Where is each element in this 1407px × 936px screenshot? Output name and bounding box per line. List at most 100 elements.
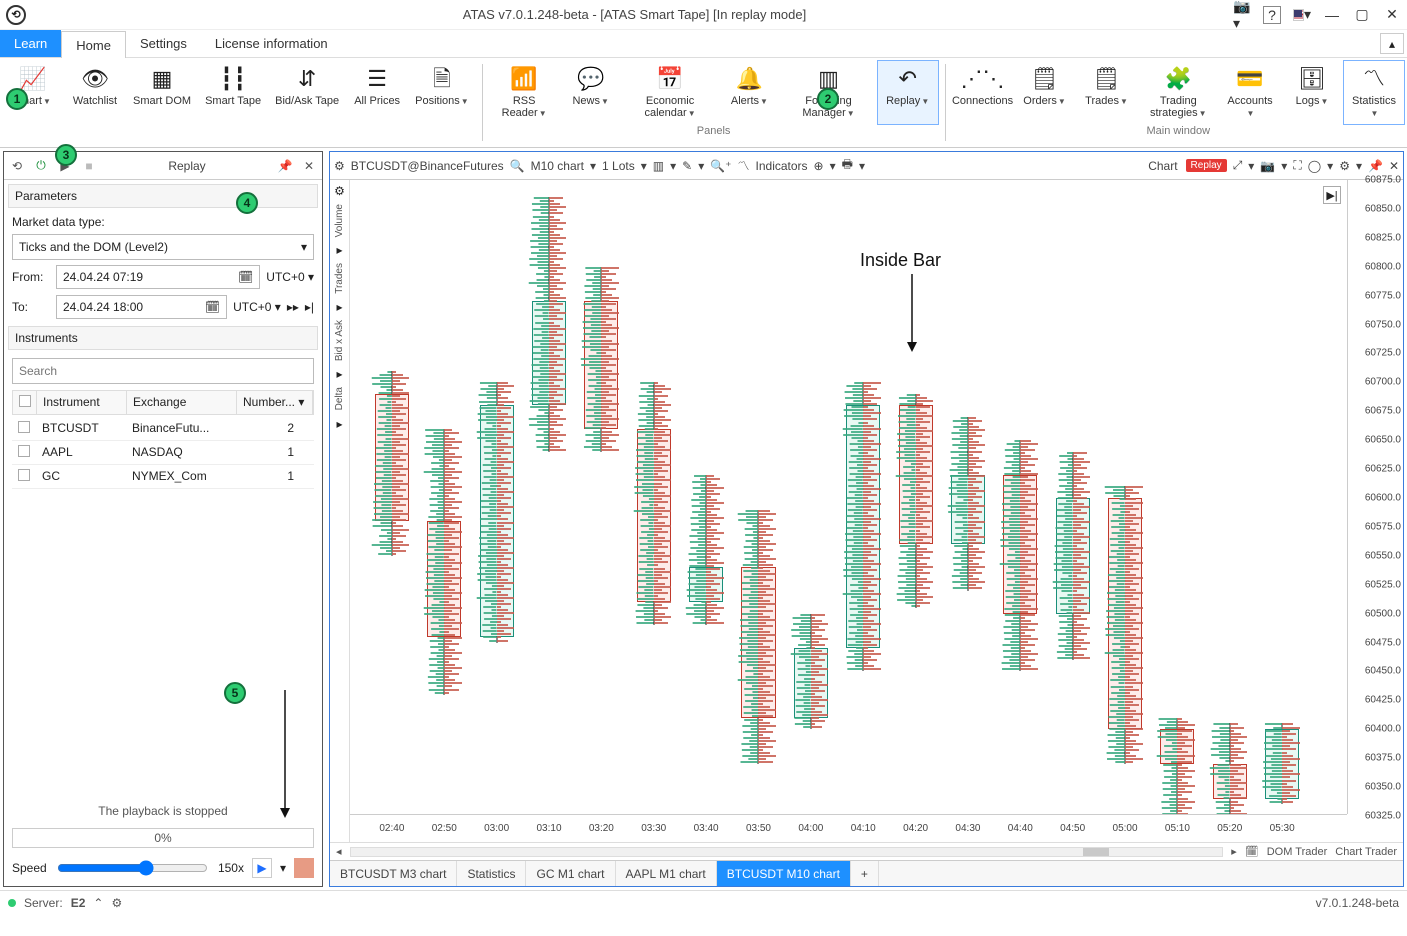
candle[interactable] (997, 440, 1043, 671)
tab-learn[interactable]: Learn (0, 30, 61, 57)
chart-tab[interactable]: BTCUSDT M10 chart (717, 861, 851, 886)
ribbon-statistics[interactable]: 〽Statistics▼ (1343, 60, 1405, 125)
chart-timeframe[interactable]: M10 chart (531, 159, 584, 173)
ribbon-calendar[interactable]: 📅Economic calendar▼ (622, 60, 719, 125)
vtab-delta[interactable]: Delta (334, 383, 345, 414)
ribbon-connections[interactable]: ⋰⋱Connections (952, 60, 1014, 125)
col-number[interactable]: Number... ▾ (237, 391, 313, 414)
chart-settings-icon[interactable]: ⚙ (334, 159, 345, 173)
server-chevron-icon[interactable]: ⌃ (93, 896, 103, 910)
y-axis[interactable]: 60325.060350.060375.060400.060425.060450… (1347, 180, 1403, 814)
chart-tab[interactable]: AAPL M1 chart (616, 861, 717, 886)
candle[interactable] (421, 429, 467, 695)
candle[interactable] (788, 614, 834, 730)
ribbon-rss[interactable]: 📶RSS Reader▼ (489, 60, 560, 125)
pin2-icon[interactable]: 📌 (1368, 159, 1383, 173)
candle[interactable] (1259, 723, 1305, 804)
row-checkbox[interactable] (18, 469, 30, 481)
scroll-left-icon[interactable]: ◂ (336, 845, 342, 858)
table-row[interactable]: AAPL NASDAQ 1 (12, 441, 314, 465)
ribbon-news[interactable]: 💬News▼ (560, 60, 622, 125)
x-axis[interactable]: 02:4002:5003:0003:1003:2003:3003:4003:50… (350, 814, 1347, 842)
table-row[interactable]: BTCUSDT BinanceFutu... 2 (12, 417, 314, 441)
scroll-right-icon[interactable]: ▸ (1231, 845, 1237, 858)
col-instrument[interactable]: Instrument (37, 391, 127, 414)
fullscreen-icon[interactable]: ⛶ (1293, 158, 1301, 173)
expand-icon[interactable]: ⤢ (1233, 158, 1243, 173)
to-input[interactable]: 24.04.24 18:00🗓 (56, 295, 227, 319)
candle[interactable] (893, 394, 939, 608)
close-icon[interactable]: ✕ (1383, 6, 1401, 24)
plot-area[interactable]: ▶| 60325.060350.060375.060400.060425.060… (350, 180, 1403, 842)
ribbon-accounts[interactable]: 💳Accounts▼ (1219, 60, 1281, 125)
skip-back-icon[interactable]: ▸▸ (287, 300, 299, 314)
candle[interactable] (1050, 452, 1096, 660)
table-row[interactable]: GC NYMEX_Com 1 (12, 465, 314, 489)
chart-lots[interactable]: 1 Lots (602, 159, 635, 173)
add-tab-button[interactable]: + (851, 861, 879, 886)
playback-stop-button[interactable] (294, 858, 314, 878)
playback-dropdown[interactable]: ▾ (280, 861, 286, 875)
vtab-trades[interactable]: Trades (334, 259, 345, 298)
candle[interactable] (578, 267, 624, 452)
ribbon-collapse-icon[interactable]: ▴ (1380, 33, 1404, 54)
status-gear-icon[interactable]: ⚙ (111, 896, 122, 910)
market-data-type-select[interactable]: Ticks and the DOM (Level2) ▾ (12, 234, 314, 260)
ribbon-allprices[interactable]: ☰All Prices (346, 60, 408, 113)
maximize-icon[interactable]: ▢ (1353, 6, 1371, 24)
pin-icon[interactable]: 📌 (276, 159, 294, 173)
panel-close-icon[interactable]: ✕ (300, 159, 318, 173)
ribbon-smartdom[interactable]: ▦Smart DOM (126, 60, 198, 113)
from-input[interactable]: 24.04.24 07:19🗓 (56, 265, 260, 289)
dom-trader-button[interactable]: DOM Trader (1267, 846, 1328, 858)
search-icon[interactable]: 🔍 (510, 159, 525, 173)
ribbon-replay[interactable]: ↶Replay▼ (877, 60, 939, 125)
candle[interactable] (369, 371, 415, 556)
ribbon-logs[interactable]: 🗄Logs▼ (1281, 60, 1343, 125)
speed-slider[interactable] (57, 860, 208, 876)
tab-settings[interactable]: Settings (126, 30, 201, 57)
minimize-icon[interactable]: — (1323, 6, 1341, 24)
col-exchange[interactable]: Exchange (127, 391, 237, 414)
chart-tab[interactable]: BTCUSDT M3 chart (330, 861, 457, 886)
reticle-icon[interactable]: ⊕ (814, 159, 824, 173)
instruments-search-input[interactable] (12, 358, 314, 384)
candle[interactable] (1207, 723, 1253, 816)
power-icon[interactable]: ⏻ (32, 158, 50, 173)
candle[interactable] (474, 382, 520, 642)
row-checkbox[interactable] (18, 445, 30, 457)
ribbon-watchlist[interactable]: 👁Watchlist (64, 60, 126, 113)
stop-icon[interactable]: ■ (80, 159, 98, 173)
candle[interactable] (526, 197, 572, 451)
close2-icon[interactable]: ✕ (1389, 159, 1399, 173)
chart-tab[interactable]: Statistics (457, 861, 526, 886)
ribbon-alerts[interactable]: 🔔Alerts▼ (718, 60, 780, 125)
to-tz[interactable]: UTC+0 ▾ (233, 300, 281, 314)
chart-trader-button[interactable]: Chart Trader (1335, 846, 1397, 858)
chart-scrollbar[interactable]: ◂ ▸ 🗓 DOM Trader Chart Trader (330, 842, 1403, 860)
camera-icon[interactable]: 📷▾ (1233, 6, 1251, 24)
layers-icon[interactable]: ▥ (653, 159, 664, 173)
ribbon-positions[interactable]: 🗎Positions▼ (408, 60, 476, 113)
pencil-icon[interactable]: ✎ (682, 159, 692, 173)
candle[interactable] (683, 475, 729, 625)
skip-end-icon[interactable]: ▸| (305, 300, 314, 314)
indicators-icon[interactable]: 〽 (738, 157, 750, 174)
chart-indicators[interactable]: Indicators (756, 159, 808, 173)
chart-symbol[interactable]: BTCUSDT@BinanceFutures (351, 159, 504, 173)
calendar2-icon[interactable]: 🗓 (1245, 845, 1259, 858)
row-checkbox[interactable] (18, 421, 30, 433)
candle[interactable] (840, 382, 886, 671)
vtab-volume[interactable]: Volume (334, 200, 345, 241)
ribbon-smarttape[interactable]: ┇┇Smart Tape (198, 60, 268, 113)
chart-tab[interactable]: GC M1 chart (526, 861, 615, 886)
from-tz[interactable]: UTC+0 ▾ (266, 270, 314, 284)
ribbon-orders[interactable]: 🗒Orders▼ (1014, 60, 1076, 125)
camera2-icon[interactable]: 📷 (1260, 159, 1275, 173)
circle-icon[interactable]: ◯ (1308, 159, 1321, 173)
ribbon-strategies[interactable]: 🧩Trading strategies▼ (1138, 60, 1219, 125)
playback-play-button[interactable]: ▶ (252, 858, 272, 878)
ribbon-trades[interactable]: 🗒Trades▼ (1076, 60, 1138, 125)
tab-license[interactable]: License information (201, 30, 342, 57)
vtab-bidask[interactable]: Bid x Ask (334, 316, 345, 365)
